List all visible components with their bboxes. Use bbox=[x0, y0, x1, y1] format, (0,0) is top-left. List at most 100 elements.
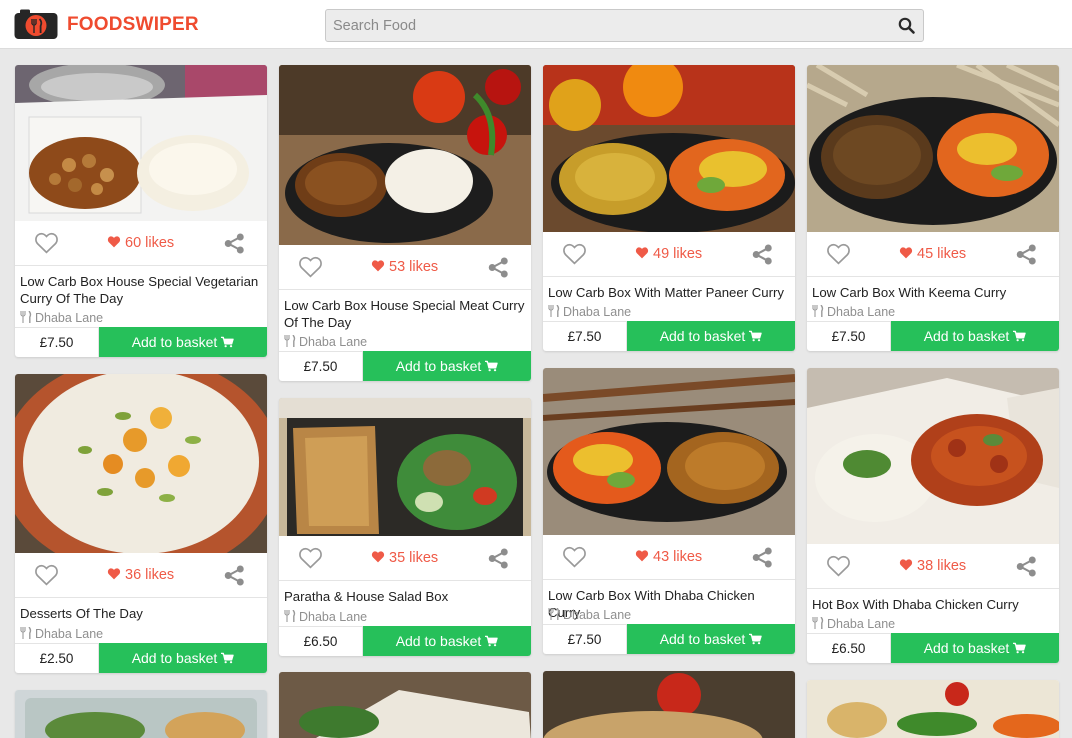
food-card: 35 likes Paratha & House Salad Box Dhaba… bbox=[279, 398, 531, 656]
fork-knife-icon bbox=[812, 305, 824, 317]
card-actions: 60 likes bbox=[15, 221, 267, 266]
likes-label: 36 likes bbox=[125, 567, 175, 583]
cart-icon bbox=[749, 330, 762, 342]
add-to-basket-button[interactable]: Add to basket bbox=[363, 351, 531, 381]
share-icon[interactable] bbox=[1016, 556, 1037, 577]
restaurant-label: Dhaba Lane bbox=[35, 627, 104, 641]
food-card bbox=[279, 672, 531, 738]
likes-label: 53 likes bbox=[389, 259, 439, 275]
food-photo[interactable] bbox=[15, 65, 267, 221]
heart-filled-icon bbox=[635, 246, 649, 259]
food-name[interactable]: Hot Box With Dhaba Chicken Curry bbox=[812, 596, 1054, 613]
card-actions: 45 likes bbox=[807, 232, 1059, 277]
food-photo[interactable] bbox=[807, 368, 1059, 544]
food-card bbox=[807, 680, 1059, 738]
top-bar: FOODSWIPER bbox=[0, 0, 1072, 49]
food-photo[interactable] bbox=[15, 690, 267, 738]
food-name[interactable]: Low Carb Box With Matter Paneer Curry bbox=[548, 284, 790, 301]
food-name[interactable]: Low Carb Box With Keema Curry bbox=[812, 284, 1054, 301]
add-to-basket-button[interactable]: Add to basket bbox=[891, 321, 1059, 351]
food-name[interactable]: Low Carb Box House Special Vegetarian Cu… bbox=[20, 273, 262, 307]
restaurant-name[interactable]: Dhaba Lane bbox=[812, 617, 895, 631]
search-icon[interactable] bbox=[895, 14, 919, 38]
food-photo[interactable] bbox=[807, 680, 1059, 738]
heart-outline-icon[interactable] bbox=[34, 563, 59, 586]
price: £7.50 bbox=[543, 624, 627, 654]
share-icon[interactable] bbox=[488, 257, 509, 278]
search-input[interactable] bbox=[326, 10, 886, 41]
likes-label: 49 likes bbox=[653, 246, 703, 262]
food-photo[interactable] bbox=[279, 398, 531, 536]
restaurant-label: Dhaba Lane bbox=[827, 617, 896, 631]
restaurant-label: Dhaba Lane bbox=[299, 610, 368, 624]
share-icon[interactable] bbox=[224, 233, 245, 254]
card-actions: 38 likes bbox=[807, 544, 1059, 589]
fork-knife-icon bbox=[284, 335, 296, 347]
food-card bbox=[543, 671, 795, 738]
cart-icon bbox=[749, 633, 762, 645]
food-card: 38 likes Hot Box With Dhaba Chicken Curr… bbox=[807, 368, 1059, 663]
share-icon[interactable] bbox=[1016, 244, 1037, 265]
restaurant-name[interactable]: Dhaba Lane bbox=[20, 627, 103, 641]
basket-label: Add to basket bbox=[659, 328, 746, 344]
share-icon[interactable] bbox=[752, 244, 773, 265]
food-photo[interactable] bbox=[543, 65, 795, 232]
heart-outline-icon[interactable] bbox=[826, 554, 851, 577]
basket-label: Add to basket bbox=[395, 358, 482, 374]
heart-outline-icon[interactable] bbox=[562, 545, 587, 568]
heart-outline-icon[interactable] bbox=[298, 546, 323, 569]
food-card: 49 likes Low Carb Box With Matter Paneer… bbox=[543, 65, 795, 351]
food-name[interactable]: Desserts Of The Day bbox=[20, 605, 262, 622]
likes-count: 60 likes bbox=[107, 235, 174, 251]
restaurant-name[interactable]: Dhaba Lane bbox=[20, 311, 103, 325]
basket-label: Add to basket bbox=[923, 328, 1010, 344]
share-icon[interactable] bbox=[488, 548, 509, 569]
likes-label: 45 likes bbox=[917, 246, 967, 262]
restaurant-name[interactable]: Dhaba Lane bbox=[812, 305, 895, 319]
basket-label: Add to basket bbox=[131, 650, 218, 666]
likes-label: 60 likes bbox=[125, 235, 175, 251]
likes-count: 49 likes bbox=[635, 246, 702, 262]
food-name[interactable]: Low Carb Box House Special Meat Curry Of… bbox=[284, 297, 526, 331]
food-name[interactable]: Paratha & House Salad Box bbox=[284, 588, 526, 605]
restaurant-name[interactable]: Dhaba Lane bbox=[548, 305, 631, 319]
price: £2.50 bbox=[15, 643, 99, 673]
food-card: 36 likes Desserts Of The Day Dhaba Lane … bbox=[15, 374, 267, 673]
food-photo[interactable] bbox=[807, 65, 1059, 232]
add-to-basket-button[interactable]: Add to basket bbox=[627, 624, 795, 654]
fork-knife-icon bbox=[548, 608, 560, 620]
heart-outline-icon[interactable] bbox=[562, 242, 587, 265]
share-icon[interactable] bbox=[752, 547, 773, 568]
camera-logo-icon[interactable] bbox=[14, 9, 58, 40]
heart-filled-icon bbox=[635, 549, 649, 562]
food-card: 60 likes Low Carb Box House Special Vege… bbox=[15, 65, 267, 357]
add-to-basket-button[interactable]: Add to basket bbox=[891, 633, 1059, 663]
add-to-basket-button[interactable]: Add to basket bbox=[99, 643, 267, 673]
search-bar bbox=[325, 9, 924, 42]
heart-outline-icon[interactable] bbox=[298, 255, 323, 278]
add-to-basket-button[interactable]: Add to basket bbox=[363, 626, 531, 656]
likes-count: 43 likes bbox=[635, 549, 702, 565]
likes-count: 45 likes bbox=[899, 246, 966, 262]
restaurant-name[interactable]: Dhaba Lane bbox=[284, 610, 367, 624]
food-photo[interactable] bbox=[543, 671, 795, 738]
add-to-basket-button[interactable]: Add to basket bbox=[99, 327, 267, 357]
food-photo[interactable] bbox=[279, 65, 531, 245]
likes-count: 35 likes bbox=[371, 550, 438, 566]
food-card: 45 likes Low Carb Box With Keema Curry D… bbox=[807, 65, 1059, 351]
food-photo[interactable] bbox=[15, 374, 267, 553]
cart-icon bbox=[485, 635, 498, 647]
add-to-basket-button[interactable]: Add to basket bbox=[627, 321, 795, 351]
food-photo[interactable] bbox=[543, 368, 795, 535]
restaurant-name[interactable]: Dhaba Lane bbox=[548, 608, 631, 622]
basket-label: Add to basket bbox=[131, 334, 218, 350]
heart-outline-icon[interactable] bbox=[826, 242, 851, 265]
likes-label: 43 likes bbox=[653, 549, 703, 565]
heart-outline-icon[interactable] bbox=[34, 231, 59, 254]
share-icon[interactable] bbox=[224, 565, 245, 586]
brand-name[interactable]: FOODSWIPER bbox=[67, 14, 199, 36]
likes-count: 53 likes bbox=[371, 259, 438, 275]
food-photo[interactable] bbox=[279, 672, 531, 738]
restaurant-name[interactable]: Dhaba Lane bbox=[284, 335, 367, 349]
likes-label: 35 likes bbox=[389, 550, 439, 566]
